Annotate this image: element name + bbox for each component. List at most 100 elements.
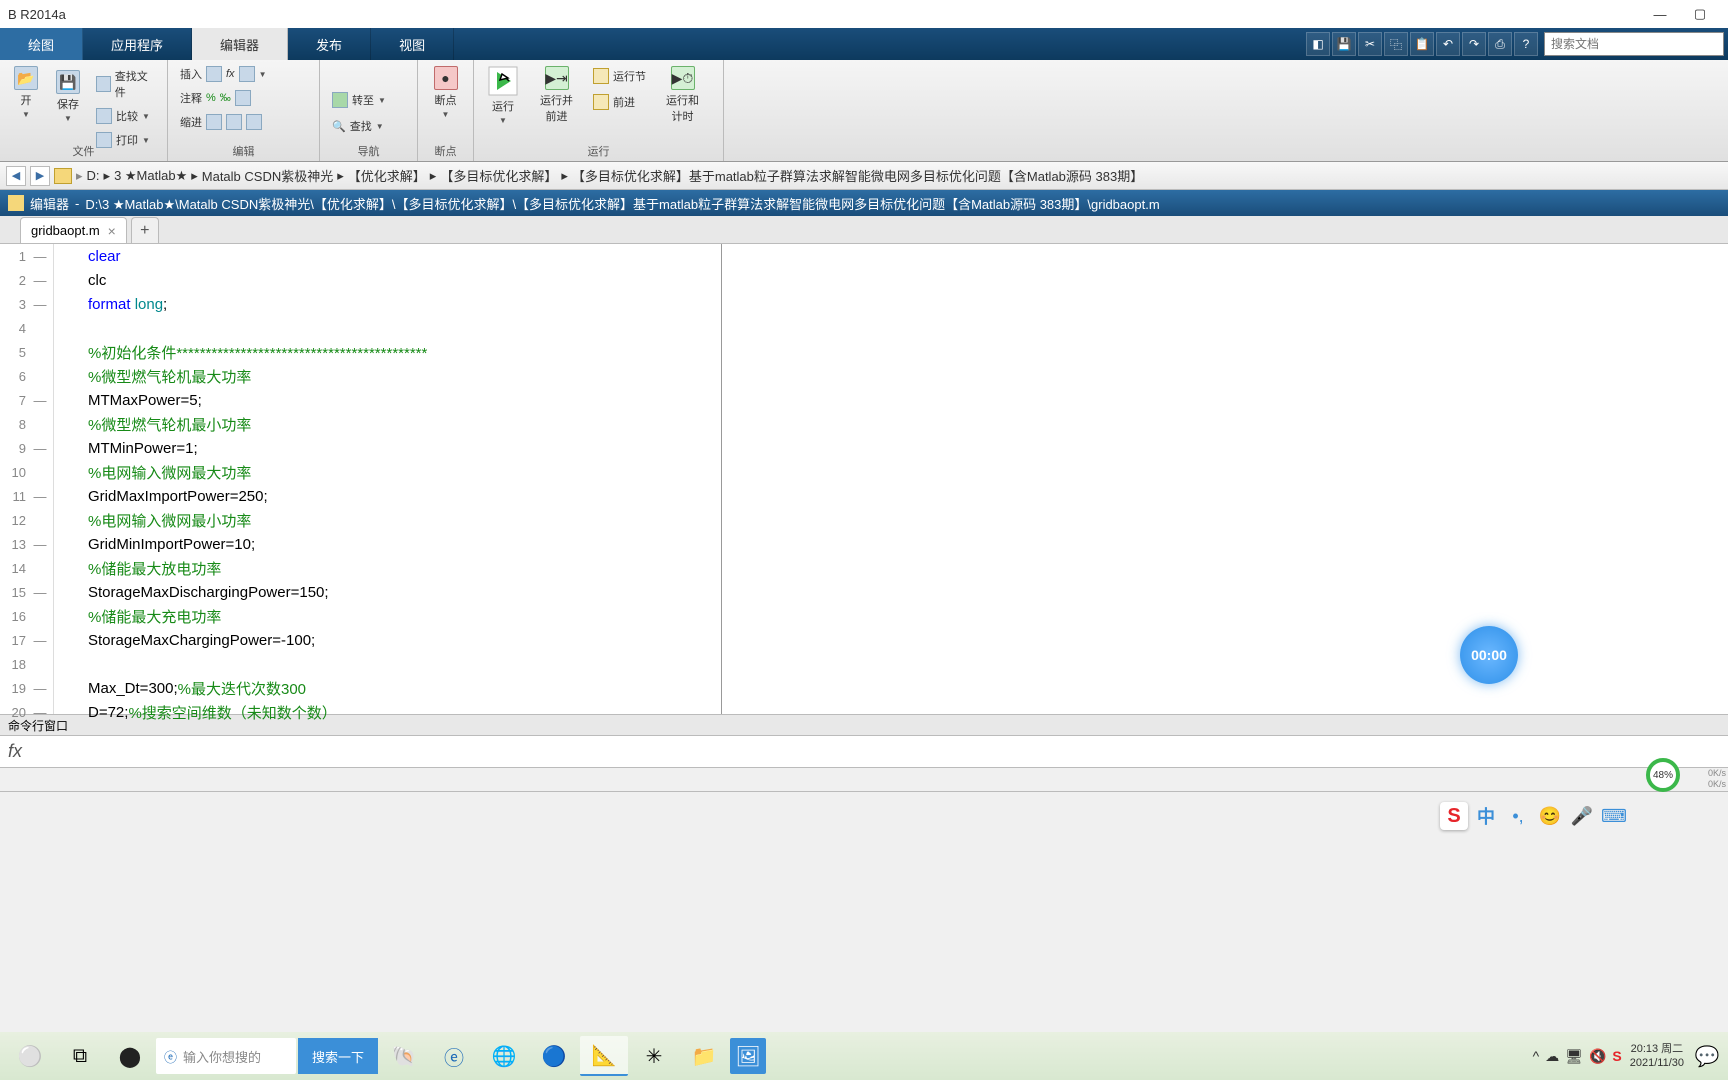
tray-up-icon[interactable]: ^ — [1533, 1048, 1540, 1065]
code-line[interactable]: %储能最大充电功率 — [88, 604, 721, 628]
code-line[interactable]: %电网输入微网最小功率 — [88, 508, 721, 532]
matlab-icon[interactable]: 📐 — [580, 1036, 628, 1076]
crumb-5[interactable]: 【多目标优化求解】基于matlab粒子群算法求解智能微电网多目标优化问题【含Ma… — [572, 166, 1143, 185]
open-button[interactable]: 📂 开▼ — [8, 64, 44, 121]
tab-editor[interactable]: 编辑器 — [192, 28, 288, 60]
tab-view[interactable]: 视图 — [371, 28, 454, 60]
chrome-icon[interactable]: 🔵 — [530, 1036, 578, 1076]
ime-emoji-icon[interactable]: 😊 — [1536, 802, 1564, 830]
find-button[interactable]: 🔍查找 ▼ — [328, 116, 388, 136]
code-line[interactable]: StorageMaxChargingPower=-100; — [88, 628, 721, 652]
code-line[interactable]: %微型燃气轮机最大功率 — [88, 364, 721, 388]
taskbar-search[interactable]: ⓔ 输入你想搜的 — [156, 1038, 296, 1074]
indent-button[interactable]: 缩进 — [176, 112, 311, 132]
crumb-3[interactable]: 【优化求解】 ▸ — [348, 166, 437, 185]
crumb-drive[interactable]: D: ▸ — [87, 168, 111, 184]
run-button[interactable]: 运行▼ — [482, 64, 524, 127]
obs-icon[interactable]: ⬤ — [106, 1036, 154, 1076]
copy-icon[interactable]: ⿻ — [1384, 32, 1408, 56]
help-icon[interactable]: ? — [1514, 32, 1538, 56]
tray-ime-icon[interactable]: S — [1612, 1048, 1621, 1065]
taskbar-clock[interactable]: 20:13 周二 2021/11/30 — [1630, 1042, 1684, 1070]
undo-icon[interactable]: ↶ — [1436, 32, 1460, 56]
run-advance-icon: ▶⇥ — [545, 66, 569, 90]
code-line[interactable]: format long; — [88, 292, 721, 316]
qat-icon-1[interactable]: ◧ — [1306, 32, 1330, 56]
save-icon[interactable]: 💾 — [1332, 32, 1356, 56]
fwd-button[interactable]: ▶ — [30, 166, 50, 186]
browser-360-icon[interactable]: 🌐 — [480, 1036, 528, 1076]
code-line[interactable]: %电网输入微网最大功率 — [88, 460, 721, 484]
paste-icon[interactable]: 📋 — [1410, 32, 1434, 56]
explorer-icon[interactable]: 📁 — [680, 1036, 728, 1076]
code-line[interactable]: %初始化条件**********************************… — [88, 340, 721, 364]
add-tab-button[interactable]: + — [131, 217, 159, 243]
app-icon-1[interactable]: 🐚 — [380, 1036, 428, 1076]
breakpoint-button[interactable]: ● 断点▼ — [428, 64, 464, 121]
code-editor[interactable]: clearclcformat long; %初始化条件**************… — [54, 244, 722, 714]
insert-button[interactable]: 插入 fx ▼ — [176, 64, 311, 84]
ime-keyboard-icon[interactable]: ⌨ — [1600, 802, 1628, 830]
search-docs-input[interactable] — [1544, 32, 1724, 56]
run-time-button[interactable]: ▶⏱ 运行和 计时 — [660, 64, 705, 126]
tray-volume-icon[interactable]: 🔇 — [1589, 1048, 1606, 1065]
code-line[interactable]: MTMaxPower=5; — [88, 388, 721, 412]
sogou-ime-icon[interactable]: S — [1440, 802, 1468, 830]
run-section-button[interactable]: 运行节 — [589, 66, 650, 86]
tab-apps[interactable]: 应用程序 — [83, 28, 192, 60]
crumb-4[interactable]: 【多目标优化求解】 ▸ — [440, 166, 568, 185]
crumb-1[interactable]: 3 ★Matlab★ ▸ — [114, 168, 198, 184]
code-line[interactable]: %储能最大放电功率 — [88, 556, 721, 580]
start-search-icon[interactable]: ⚪ — [6, 1036, 54, 1076]
minimize-button[interactable]: — — [1640, 0, 1680, 28]
back-button[interactable]: ◀ — [6, 166, 26, 186]
code-line[interactable]: D=72;%搜索空间维数（未知数个数） — [88, 700, 721, 724]
code-line[interactable]: %微型燃气轮机最小功率 — [88, 412, 721, 436]
line-number: 14 — [0, 561, 30, 576]
ime-lang-icon[interactable]: 中 — [1472, 802, 1500, 830]
save-button[interactable]: 💾 保存▼ — [50, 68, 86, 125]
cut-icon[interactable]: ✂ — [1358, 32, 1382, 56]
photos-icon[interactable]: 🖼 — [730, 1038, 766, 1074]
close-tab-icon[interactable]: × — [108, 223, 116, 239]
file-group-label: 文件 — [0, 143, 167, 159]
advance-button[interactable]: 前进 — [589, 92, 650, 112]
code-line[interactable]: clc — [88, 268, 721, 292]
code-line[interactable]: StorageMaxDischargingPower=150; — [88, 580, 721, 604]
code-line[interactable]: clear — [88, 244, 721, 268]
performance-badge[interactable]: 48% — [1646, 758, 1680, 792]
code-line[interactable] — [88, 652, 721, 676]
file-tab-active[interactable]: gridbaopt.m × — [20, 217, 127, 243]
tray-onedrive-icon[interactable]: ☁ — [1545, 1048, 1559, 1065]
command-window[interactable]: fx — [0, 736, 1728, 768]
notification-icon[interactable]: 💬 — [1692, 1036, 1722, 1076]
code-line[interactable]: GridMinImportPower=10; — [88, 532, 721, 556]
crumb-2[interactable]: Matalb CSDN紫极神光 ▸ — [202, 166, 344, 185]
code-line[interactable]: Max_Dt=300;%最大迭代次数300 — [88, 676, 721, 700]
line-marker: — — [30, 489, 50, 504]
ie-icon: ⓔ — [164, 1047, 177, 1066]
line-marker: — — [30, 633, 50, 648]
taskbar-search-button[interactable]: 搜索一下 — [298, 1038, 378, 1074]
ime-punct-icon[interactable]: •, — [1504, 802, 1532, 830]
compare-button[interactable]: 比较 ▼ — [92, 106, 159, 126]
run-advance-button[interactable]: ▶⇥ 运行并 前进 — [534, 64, 579, 126]
edge-icon[interactable]: ⓔ — [430, 1036, 478, 1076]
redo-icon[interactable]: ↷ — [1462, 32, 1486, 56]
code-line[interactable] — [88, 316, 721, 340]
tray-monitor-icon[interactable]: 🖥 — [1565, 1048, 1583, 1065]
tab-plot[interactable]: 绘图 — [0, 28, 83, 60]
line-number: 13 — [0, 537, 30, 552]
tab-publish[interactable]: 发布 — [288, 28, 371, 60]
ime-mic-icon[interactable]: 🎤 — [1568, 802, 1596, 830]
maximize-button[interactable]: ▢ — [1680, 0, 1720, 28]
app-icon-6[interactable]: ✳ — [630, 1036, 678, 1076]
code-line[interactable]: MTMinPower=1; — [88, 436, 721, 460]
find-files-button[interactable]: 查找文件 — [92, 66, 159, 102]
goto-button[interactable]: 转至 ▼ — [328, 90, 390, 110]
task-view-icon[interactable]: ⧉ — [56, 1036, 104, 1076]
folder-icon[interactable] — [54, 168, 72, 184]
print-icon[interactable]: ⎙ — [1488, 32, 1512, 56]
code-line[interactable]: GridMaxImportPower=250; — [88, 484, 721, 508]
comment-button[interactable]: 注释 % ‰ — [176, 88, 311, 108]
